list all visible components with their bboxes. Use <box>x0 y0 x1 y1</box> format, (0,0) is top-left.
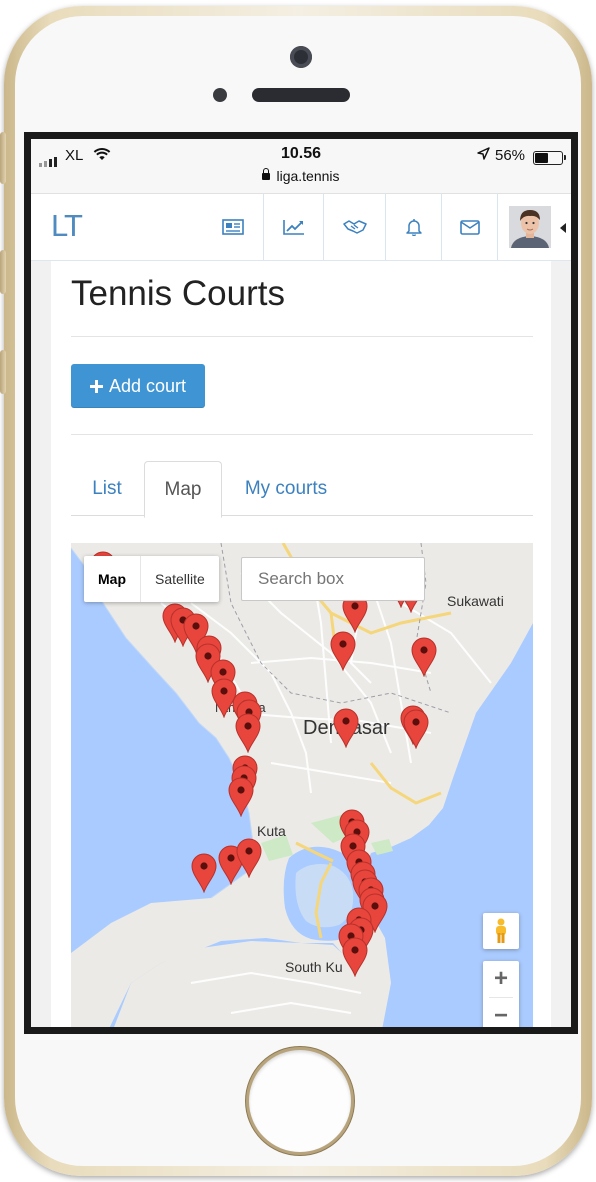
court-marker-pin-icon[interactable] <box>236 838 262 879</box>
nav-news-button[interactable] <box>203 194 263 260</box>
court-marker-pin-icon[interactable] <box>330 631 356 672</box>
map-type-map-button[interactable]: Map <box>84 556 141 602</box>
handshake-icon <box>343 220 367 234</box>
status-bar: XL 10.56 liga.tennis 56% <box>31 139 571 194</box>
caret-left-icon[interactable] <box>560 223 566 233</box>
zoom-out-button[interactable]: − <box>483 998 519 1027</box>
lock-icon <box>262 168 271 180</box>
nav-messages-button[interactable] <box>441 194 498 260</box>
nav-notifications-button[interactable] <box>385 194 442 260</box>
court-marker-pin-icon[interactable] <box>333 708 359 749</box>
divider <box>71 434 533 435</box>
divider <box>71 336 533 337</box>
envelope-icon <box>460 219 480 235</box>
battery-percent: 56% <box>495 147 526 164</box>
nav-matches-button[interactable] <box>323 194 386 260</box>
tab-list[interactable]: List <box>71 461 143 516</box>
map-label-sukawati: Sukawati <box>447 593 504 609</box>
location-arrow-icon <box>477 147 490 165</box>
newspaper-icon <box>222 219 244 235</box>
app-navbar: LT <box>31 194 571 261</box>
add-court-button[interactable]: Add court <box>71 364 205 408</box>
address-bar[interactable]: liga.tennis <box>31 168 571 184</box>
battery-icon <box>533 151 563 165</box>
nav-rankings-button[interactable] <box>263 194 324 260</box>
earpiece-speaker <box>252 88 350 102</box>
volume-down-button <box>0 350 6 394</box>
status-time: 10.56 <box>280 145 322 162</box>
map-label-kuta: Kuta <box>257 823 286 839</box>
map-search-input[interactable] <box>241 557 425 601</box>
mute-switch <box>0 132 6 184</box>
pegman-street-view-button[interactable] <box>483 913 519 949</box>
battery-level <box>535 153 548 163</box>
court-marker-pin-icon[interactable] <box>342 937 368 978</box>
map-type-control: Map Satellite <box>84 556 219 602</box>
chart-line-icon <box>283 220 304 235</box>
proximity-sensor <box>213 88 227 102</box>
front-camera <box>290 46 312 68</box>
volume-up-button <box>0 250 6 294</box>
tab-map[interactable]: Map <box>144 461 222 518</box>
page-title: Tennis Courts <box>71 274 285 313</box>
map-tiles <box>71 543 533 1027</box>
court-marker-pin-icon[interactable] <box>411 637 437 678</box>
zoom-in-button[interactable]: + <box>483 961 519 997</box>
courts-map[interactable]: Sukawati Denpasar Nth Kuta Kuta South Ku… <box>71 543 533 1027</box>
court-marker-pin-icon[interactable] <box>235 713 261 754</box>
avatar[interactable] <box>509 206 551 248</box>
tab-my-courts[interactable]: My courts <box>231 461 341 516</box>
court-marker-pin-icon[interactable] <box>403 709 429 750</box>
pegman-icon <box>496 918 506 943</box>
url-text: liga.tennis <box>276 168 340 184</box>
phone-screen: XL 10.56 liga.tennis 56% LT Tennis Court… <box>24 132 578 1034</box>
map-label-south-kuta: South Ku <box>285 959 343 975</box>
map-type-satellite-button[interactable]: Satellite <box>141 556 219 602</box>
zoom-control: + − <box>483 961 519 1027</box>
court-marker-pin-icon[interactable] <box>191 853 217 894</box>
home-button[interactable] <box>249 1050 351 1152</box>
bell-icon <box>406 219 422 236</box>
plus-icon <box>89 379 103 393</box>
add-court-label: Add court <box>108 375 187 396</box>
site-logo[interactable]: LT <box>51 208 83 244</box>
screen-content: XL 10.56 liga.tennis 56% LT Tennis Court… <box>31 139 571 1027</box>
battery-tip <box>564 155 566 160</box>
court-marker-pin-icon[interactable] <box>228 777 254 818</box>
